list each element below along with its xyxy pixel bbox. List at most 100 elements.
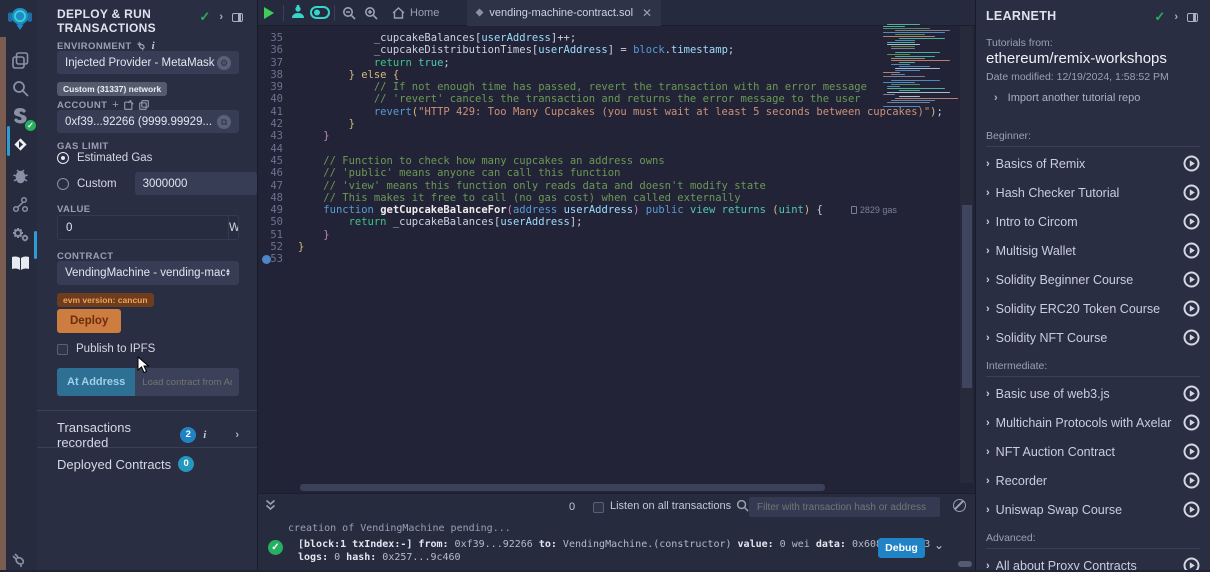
run-script-icon[interactable] — [258, 0, 280, 26]
debugger-icon[interactable] — [8, 163, 32, 187]
deploy-button[interactable]: Deploy — [57, 309, 121, 333]
custom-gas-radio[interactable] — [57, 178, 69, 190]
tutorial-item[interactable]: ›Recorder — [986, 466, 1200, 495]
code-line-35[interactable]: 35 _cupcakeBalances[userAddress]++; — [258, 32, 958, 44]
environment-settings-icon[interactable]: ⚙ — [217, 56, 231, 70]
terminal-search-icon[interactable] — [736, 499, 749, 517]
custom-gas-input[interactable] — [135, 172, 257, 195]
minimap[interactable] — [883, 24, 958, 110]
chevron-right-icon[interactable]: › — [986, 417, 990, 429]
play-tutorial-icon[interactable] — [1183, 329, 1200, 346]
debug-button[interactable]: Debug — [878, 538, 925, 558]
play-tutorial-icon[interactable] — [1183, 414, 1200, 431]
file-tab-vending-machine[interactable]: vending-machine-contract.sol ✕ — [467, 0, 661, 26]
close-tab-icon[interactable]: ✕ — [642, 6, 652, 20]
code-line-46[interactable]: 46 // 'public' means anyone can call thi… — [258, 167, 958, 179]
tutorial-item[interactable]: ›Intro to Circom — [986, 207, 1200, 236]
custom-gas-option[interactable]: Custom — [57, 172, 239, 195]
learneth-expand-icon[interactable]: › — [1174, 11, 1178, 23]
tutorial-item[interactable]: ›Multichain Protocols with Axelar — [986, 408, 1200, 437]
tutorial-item[interactable]: ›Basic use of web3.js — [986, 379, 1200, 408]
tutorial-item[interactable]: ›Multisig Wallet — [986, 236, 1200, 265]
code-line-41[interactable]: 41 revert("HTTP 429: Too Many Cupcakes (… — [258, 106, 958, 118]
account-select[interactable]: 0xf39...92266 (9999.99929... ⧉ — [57, 110, 239, 133]
code-line-42[interactable]: 42 } — [258, 118, 958, 130]
value-unit-select[interactable]: Wei ▲▼ — [228, 216, 239, 239]
code-line-53[interactable]: 53 — [258, 253, 958, 265]
play-tutorial-icon[interactable] — [1183, 155, 1200, 172]
chevron-right-icon[interactable]: › — [986, 560, 990, 571]
code-line-48[interactable]: 48 // This makes it free to call (no gas… — [258, 192, 958, 204]
learneth-book-icon[interactable] — [8, 251, 32, 275]
play-tutorial-icon[interactable] — [1183, 300, 1200, 317]
tutorial-item[interactable]: ›Solidity Beginner Course — [986, 265, 1200, 294]
contract-select[interactable]: VendingMachine - vending-machin ▲▼ — [57, 261, 239, 285]
plug-icon[interactable] — [137, 41, 147, 51]
play-tutorial-icon[interactable] — [1183, 213, 1200, 230]
transactions-expand-icon[interactable]: › — [235, 429, 239, 441]
chevron-right-icon[interactable]: › — [986, 303, 990, 315]
terminal-scroll-thumb[interactable] — [958, 561, 972, 567]
play-tutorial-icon[interactable] — [1183, 472, 1200, 489]
chevron-right-icon[interactable]: › — [986, 274, 990, 286]
solidity-compiler-icon[interactable]: ✓ — [8, 104, 32, 128]
code-line-43[interactable]: 43 } — [258, 130, 958, 142]
code-line-44[interactable]: 44 — [258, 143, 958, 155]
zoom-out-icon[interactable] — [338, 0, 360, 26]
chevron-right-icon[interactable]: › — [986, 158, 990, 170]
play-tutorial-icon[interactable] — [1183, 184, 1200, 201]
play-tutorial-icon[interactable] — [1183, 557, 1200, 570]
listen-all-checkbox[interactable] — [593, 502, 604, 513]
code-line-47[interactable]: 47 // 'view' means this function only re… — [258, 180, 958, 192]
copy-account-icon[interactable] — [139, 100, 149, 110]
account-copy-icon[interactable]: ⧉ — [217, 115, 231, 129]
transactions-recorded-section[interactable]: Transactions recorded 2 i › — [57, 420, 239, 450]
chevron-right-icon[interactable]: › — [986, 475, 990, 487]
chevron-right-icon[interactable]: › — [986, 388, 990, 400]
publish-ipfs-row[interactable]: Publish to IPFS — [57, 343, 239, 355]
git-icon[interactable] — [8, 192, 32, 216]
chevron-right-icon[interactable]: › — [986, 504, 990, 516]
tutorial-item[interactable]: ›Uniswap Swap Course — [986, 495, 1200, 524]
tutorial-item[interactable]: ›Basics of Remix — [986, 149, 1200, 178]
at-address-button[interactable]: At Address — [57, 368, 135, 396]
play-tutorial-icon[interactable] — [1183, 242, 1200, 259]
play-tutorial-icon[interactable] — [1183, 501, 1200, 518]
code-line-49[interactable]: 49 function getCupcakeBalanceFor(address… — [258, 204, 958, 216]
home-tab[interactable]: Home — [382, 0, 449, 26]
code-line-36[interactable]: 36 _cupcakeDistributionTimes[userAddress… — [258, 44, 958, 56]
tutorial-item[interactable]: ›Hash Checker Tutorial — [986, 178, 1200, 207]
estimated-gas-radio[interactable] — [57, 152, 69, 164]
environment-select[interactable]: Injected Provider - MetaMask ⚙ — [57, 51, 239, 74]
tutorial-item[interactable]: ›Solidity NFT Course — [986, 323, 1200, 352]
horizontal-scrollbar[interactable] — [300, 484, 825, 491]
import-tutorial-repo-link[interactable]: › Import another tutorial repo — [994, 92, 1140, 104]
chevron-right-icon[interactable]: › — [986, 187, 990, 199]
chevron-right-icon[interactable]: › — [986, 216, 990, 228]
panel-pin-icon[interactable] — [232, 13, 243, 22]
code-line-52[interactable]: 52} — [258, 241, 958, 253]
tutorial-item[interactable]: ›NFT Auction Contract — [986, 437, 1200, 466]
at-address-input[interactable] — [135, 368, 239, 396]
terminal-collapse-icon[interactable] — [265, 498, 276, 516]
play-tutorial-icon[interactable] — [1183, 443, 1200, 460]
ai-copilot-toggle-icon[interactable] — [309, 0, 331, 26]
code-line-38[interactable]: 38 } else { — [258, 69, 958, 81]
search-icon[interactable] — [8, 76, 32, 100]
file-explorer-icon[interactable] — [8, 48, 32, 72]
plugin-connect-icon[interactable] — [8, 548, 32, 572]
tutorial-item[interactable]: ›Solidity ERC20 Token Course — [986, 294, 1200, 323]
value-input[interactable] — [58, 216, 228, 239]
tx-expand-icon[interactable]: ⌄ — [934, 538, 944, 552]
vertical-scrollbar-thumb[interactable] — [962, 205, 972, 388]
chevron-right-icon[interactable]: › — [986, 332, 990, 344]
publish-ipfs-checkbox[interactable] — [57, 344, 68, 355]
transactions-info-icon[interactable]: i — [203, 429, 206, 441]
terminal-filter-input[interactable] — [749, 497, 940, 517]
tx-summary-line1[interactable]: [block:1 txIndex:-] from: 0xf39...92266 … — [298, 539, 930, 550]
code-line-37[interactable]: 37 return true; — [258, 57, 958, 69]
chevron-right-icon[interactable]: › — [986, 245, 990, 257]
deployed-contracts-section[interactable]: Deployed Contracts 0 — [57, 456, 239, 472]
code-line-50[interactable]: 50 return _cupcakeBalances[userAddress]; — [258, 216, 958, 228]
deploy-run-icon[interactable] — [8, 132, 32, 156]
